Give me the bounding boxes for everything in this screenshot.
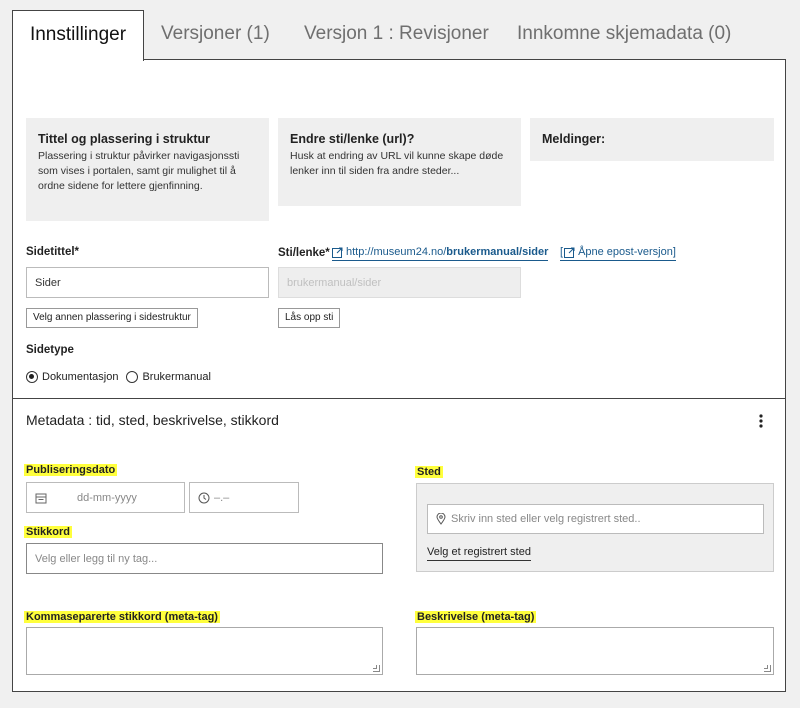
- metadata-heading: Metadata : tid, sted, beskrivelse, stikk…: [26, 412, 279, 428]
- info-box-title-structure: Tittel og plassering i struktur Plasseri…: [26, 118, 269, 221]
- info-box-messages: Meldinger:: [530, 118, 774, 161]
- meta-tags-label-text: Kommaseparerte stikkord (meta-tag): [24, 611, 220, 623]
- calendar-icon: [35, 493, 47, 503]
- meta-tags-textarea[interactable]: [26, 627, 383, 675]
- resize-handle-icon[interactable]: [373, 665, 380, 672]
- description-label: Beskrivelse (meta-tag): [415, 607, 537, 625]
- path-label: Sti/lenke*: [278, 247, 330, 259]
- page-title-label: Sidetittel*: [26, 246, 80, 258]
- tags-label: Stikkord: [24, 522, 73, 540]
- info-box-title: Endre sti/lenke (url)?: [290, 132, 415, 146]
- tab-revisjoner[interactable]: Versjon 1 : Revisjoner: [304, 10, 489, 60]
- url-prefix: http://museum24.no/: [346, 246, 447, 258]
- resize-handle-icon[interactable]: [764, 665, 771, 672]
- info-box-text: Plassering i struktur påvirker navigasjo…: [38, 150, 240, 192]
- place-placeholder: Skriv inn sted eller velg registrert ste…: [451, 513, 641, 525]
- tags-placeholder: Velg eller legg til ny tag...: [35, 552, 158, 565]
- tab-innstillinger[interactable]: Innstillinger: [12, 10, 144, 61]
- info-box-change-path: Endre sti/lenke (url)? Husk at endring a…: [278, 118, 521, 206]
- info-box-text: Husk at endring av URL vil kunne skape d…: [290, 150, 504, 177]
- bracket-open: [: [560, 246, 564, 258]
- url-path: brukermanual/sider: [446, 246, 549, 258]
- more-options-icon[interactable]: [755, 412, 767, 430]
- unlock-path-button[interactable]: Lås opp sti: [278, 308, 341, 328]
- choose-registered-place-link[interactable]: Velg et registrert sted: [427, 546, 531, 561]
- page-title-value: Sider: [35, 276, 61, 289]
- external-link-icon: [332, 247, 343, 258]
- description-textarea[interactable]: [416, 627, 774, 675]
- date-placeholder: dd-mm-yyyy: [77, 491, 137, 504]
- publish-date-label: Publiseringsdato: [24, 460, 118, 478]
- external-link-icon: [564, 247, 575, 258]
- description-label-text: Beskrivelse (meta-tag): [415, 611, 537, 623]
- info-box-title: Meldinger:: [542, 132, 606, 146]
- info-box-title: Tittel og plassering i struktur: [38, 132, 211, 146]
- path-value: brukermanual/sider: [287, 276, 382, 289]
- location-pin-icon: [436, 513, 446, 525]
- page-url-link[interactable]: http://museum24.no/brukermanual/sider: [332, 246, 549, 261]
- open-email-version-link[interactable]: [ Åpne epost-versjon]: [560, 246, 676, 261]
- radio-brukermanual-label: Brukermanual: [142, 371, 211, 383]
- page-type-radio-group: Dokumentasjon Brukermanual: [26, 371, 211, 383]
- open-email-version-label: Åpne epost-versjon]: [578, 246, 676, 258]
- publish-date-label-text: Publiseringsdato: [24, 464, 118, 476]
- publish-time-input[interactable]: –.–: [189, 482, 299, 513]
- kebab-menu-icon: [759, 414, 763, 428]
- choose-structure-placement-button[interactable]: Velg annen plassering i sidestruktur: [26, 308, 198, 328]
- tags-label-text: Stikkord: [24, 526, 73, 538]
- tags-input[interactable]: Velg eller legg til ny tag...: [26, 543, 383, 574]
- page-title-input[interactable]: Sider: [26, 267, 269, 298]
- publish-date-input[interactable]: dd-mm-yyyy: [26, 482, 185, 513]
- section-divider: [13, 398, 785, 399]
- place-label-text: Sted: [415, 466, 443, 478]
- radio-brukermanual[interactable]: [126, 371, 139, 383]
- clock-icon: [198, 492, 210, 503]
- path-input: brukermanual/sider: [278, 267, 521, 298]
- radio-dokumentasjon[interactable]: [26, 371, 38, 383]
- place-input[interactable]: Skriv inn sted eller velg registrert ste…: [427, 504, 764, 534]
- page-type-label: Sidetype: [26, 344, 74, 356]
- time-placeholder: –.–: [214, 491, 230, 504]
- radio-dokumentasjon-label: Dokumentasjon: [42, 371, 119, 383]
- tab-versjoner[interactable]: Versjoner (1): [161, 10, 270, 60]
- tab-innkomne-skjemadata[interactable]: Innkomne skjemadata (0): [517, 10, 731, 60]
- meta-tags-label: Kommaseparerte stikkord (meta-tag): [24, 607, 220, 625]
- place-box: Skriv inn sted eller velg registrert ste…: [416, 483, 774, 572]
- tab-bar: Innstillinger Versjoner (1) Versjon 1 : …: [0, 0, 800, 61]
- settings-panel: Tittel og plassering i struktur Plasseri…: [12, 59, 786, 692]
- place-label: Sted: [415, 462, 443, 480]
